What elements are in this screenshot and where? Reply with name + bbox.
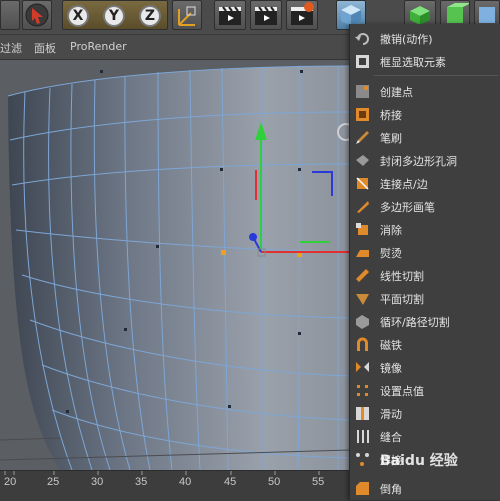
render-settings-button[interactable] — [286, 0, 318, 30]
menu-item-loop-cut[interactable]: 循环/路径切割 — [350, 310, 500, 333]
close-hole-icon — [356, 155, 369, 166]
axis-x-button[interactable]: X — [67, 5, 89, 27]
menu-item-label: 连接点/边 — [380, 178, 428, 191]
axis-y-button[interactable]: Y — [103, 5, 125, 27]
menu-item-label: 封闭多边形孔洞 — [380, 155, 457, 168]
clapper-gear-icon — [291, 2, 314, 25]
menu-item-label: 平面切割 — [380, 293, 424, 306]
ruler-tick-label: 35 — [135, 476, 148, 488]
world-axis-icon — [178, 6, 196, 26]
brush-icon — [356, 131, 369, 144]
render-view-button[interactable] — [214, 0, 246, 30]
menu-item-undo[interactable]: 撤销(动作) — [350, 27, 500, 50]
line-cut-icon — [356, 269, 369, 282]
weld-icon — [356, 453, 369, 466]
menu-item-magnet[interactable]: 磁铁 — [350, 333, 500, 356]
viewport-canvas — [0, 60, 350, 470]
menu-item-stitch[interactable]: 缝合 — [350, 425, 500, 448]
menu-filter[interactable]: 过滤 — [0, 40, 22, 56]
menu-item-close-hole[interactable]: 封闭多边形孔洞 — [350, 149, 500, 172]
menu-item-line-cut[interactable]: 线性切割 — [350, 264, 500, 287]
menu-item-label: 循环/路径切割 — [380, 316, 450, 329]
toolbar-button-prev[interactable] — [0, 0, 20, 30]
menu-item-label: 镜像 — [380, 362, 402, 375]
stitch-icon — [357, 430, 369, 443]
menu-item-label: 倒角 — [380, 483, 402, 496]
menu-item-label: 线性切割 — [380, 270, 424, 283]
create-point-icon — [356, 85, 369, 98]
ruler-tick-label: 45 — [224, 476, 237, 488]
set-point-value-icon — [357, 385, 368, 396]
menu-item-label: 框显选取元素 — [380, 56, 446, 69]
dissolve-icon — [356, 223, 368, 235]
plane-cut-icon — [356, 294, 369, 305]
menu-item-bridge[interactable]: 桥接 — [350, 103, 500, 126]
menu-item-create-point[interactable]: 创建点 — [350, 80, 500, 103]
clapper-icon — [255, 6, 277, 25]
ruler-tick-label: 50 — [268, 476, 281, 488]
menu-item-label: 设置点值 — [380, 385, 424, 398]
clapper-icon — [219, 6, 241, 25]
3d-viewport[interactable] — [0, 60, 350, 470]
menu-item-label: 熨烫 — [380, 247, 402, 260]
menu-item-bevel[interactable]: 倒角 — [350, 477, 500, 500]
frame-selection-icon — [356, 55, 369, 68]
menu-item-frame-selection[interactable]: 框显选取元素 — [350, 50, 500, 73]
menu-item-label: 笔刷 — [380, 132, 402, 145]
mirror-icon — [356, 362, 369, 372]
axis-z-button[interactable]: Z — [139, 5, 161, 27]
watermark: Baidu 经验 — [380, 453, 458, 469]
loop-cut-icon — [356, 315, 369, 329]
menu-item-polygon-pen[interactable]: 多边形画笔 — [350, 195, 500, 218]
bevel-icon — [356, 482, 369, 495]
viewport-menubar: 过滤 面板 ProRender — [0, 35, 350, 60]
menu-panel[interactable]: 面板 — [34, 40, 56, 56]
ruler-tick-label: 20 — [4, 476, 17, 488]
menu-item-slide[interactable]: 滑动 — [350, 402, 500, 425]
polygon-pen-icon — [357, 201, 369, 213]
slide-icon — [356, 407, 369, 420]
menu-item-label: 消除 — [380, 224, 402, 237]
menu-item-dissolve[interactable]: 消除 — [350, 218, 500, 241]
coordinate-system-button[interactable] — [172, 0, 202, 30]
ruler-tick-label: 55 — [312, 476, 325, 488]
menu-item-set-point-value[interactable]: 设置点值 — [350, 379, 500, 402]
menu-item-label: 创建点 — [380, 86, 413, 99]
menu-item-label: 多边形画笔 — [380, 201, 435, 214]
ruler-tick-label: 40 — [179, 476, 192, 488]
render-picture-viewer-button[interactable] — [250, 0, 282, 30]
undo-icon — [355, 33, 369, 45]
menu-item-plane-cut[interactable]: 平面切割 — [350, 287, 500, 310]
ruler-tick-label: 25 — [47, 476, 60, 488]
menu-item-label: 缝合 — [380, 431, 402, 444]
ruler-tick-label: 30 — [91, 476, 104, 488]
menu-item-label: 桥接 — [380, 109, 402, 122]
menu-item-label: 滑动 — [380, 408, 402, 421]
bridge-icon — [356, 108, 369, 121]
menu-separator — [374, 75, 498, 76]
menu-item-brush[interactable]: 笔刷 — [350, 126, 500, 149]
cursor-icon — [25, 3, 49, 27]
menu-item-mirror[interactable]: 镜像 — [350, 356, 500, 379]
selected-point[interactable] — [221, 250, 226, 255]
iron-icon — [356, 250, 369, 257]
menu-item-iron[interactable]: 熨烫 — [350, 241, 500, 264]
menu-prorender[interactable]: ProRender — [70, 40, 127, 53]
connect-icon — [356, 177, 369, 190]
select-cursor-button[interactable] — [22, 0, 52, 30]
menu-item-label: 磁铁 — [380, 339, 402, 352]
axis-lock-group: X Y Z — [62, 0, 168, 30]
menu-item-label: 撤销(动作) — [380, 33, 433, 46]
context-menu: 撤销(动作) 框显选取元素 创建点 桥接 笔刷 封闭多边形孔洞 连接点/边 多边… — [349, 24, 500, 500]
menu-item-connect[interactable]: 连接点/边 — [350, 172, 500, 195]
magnet-icon — [357, 337, 368, 351]
